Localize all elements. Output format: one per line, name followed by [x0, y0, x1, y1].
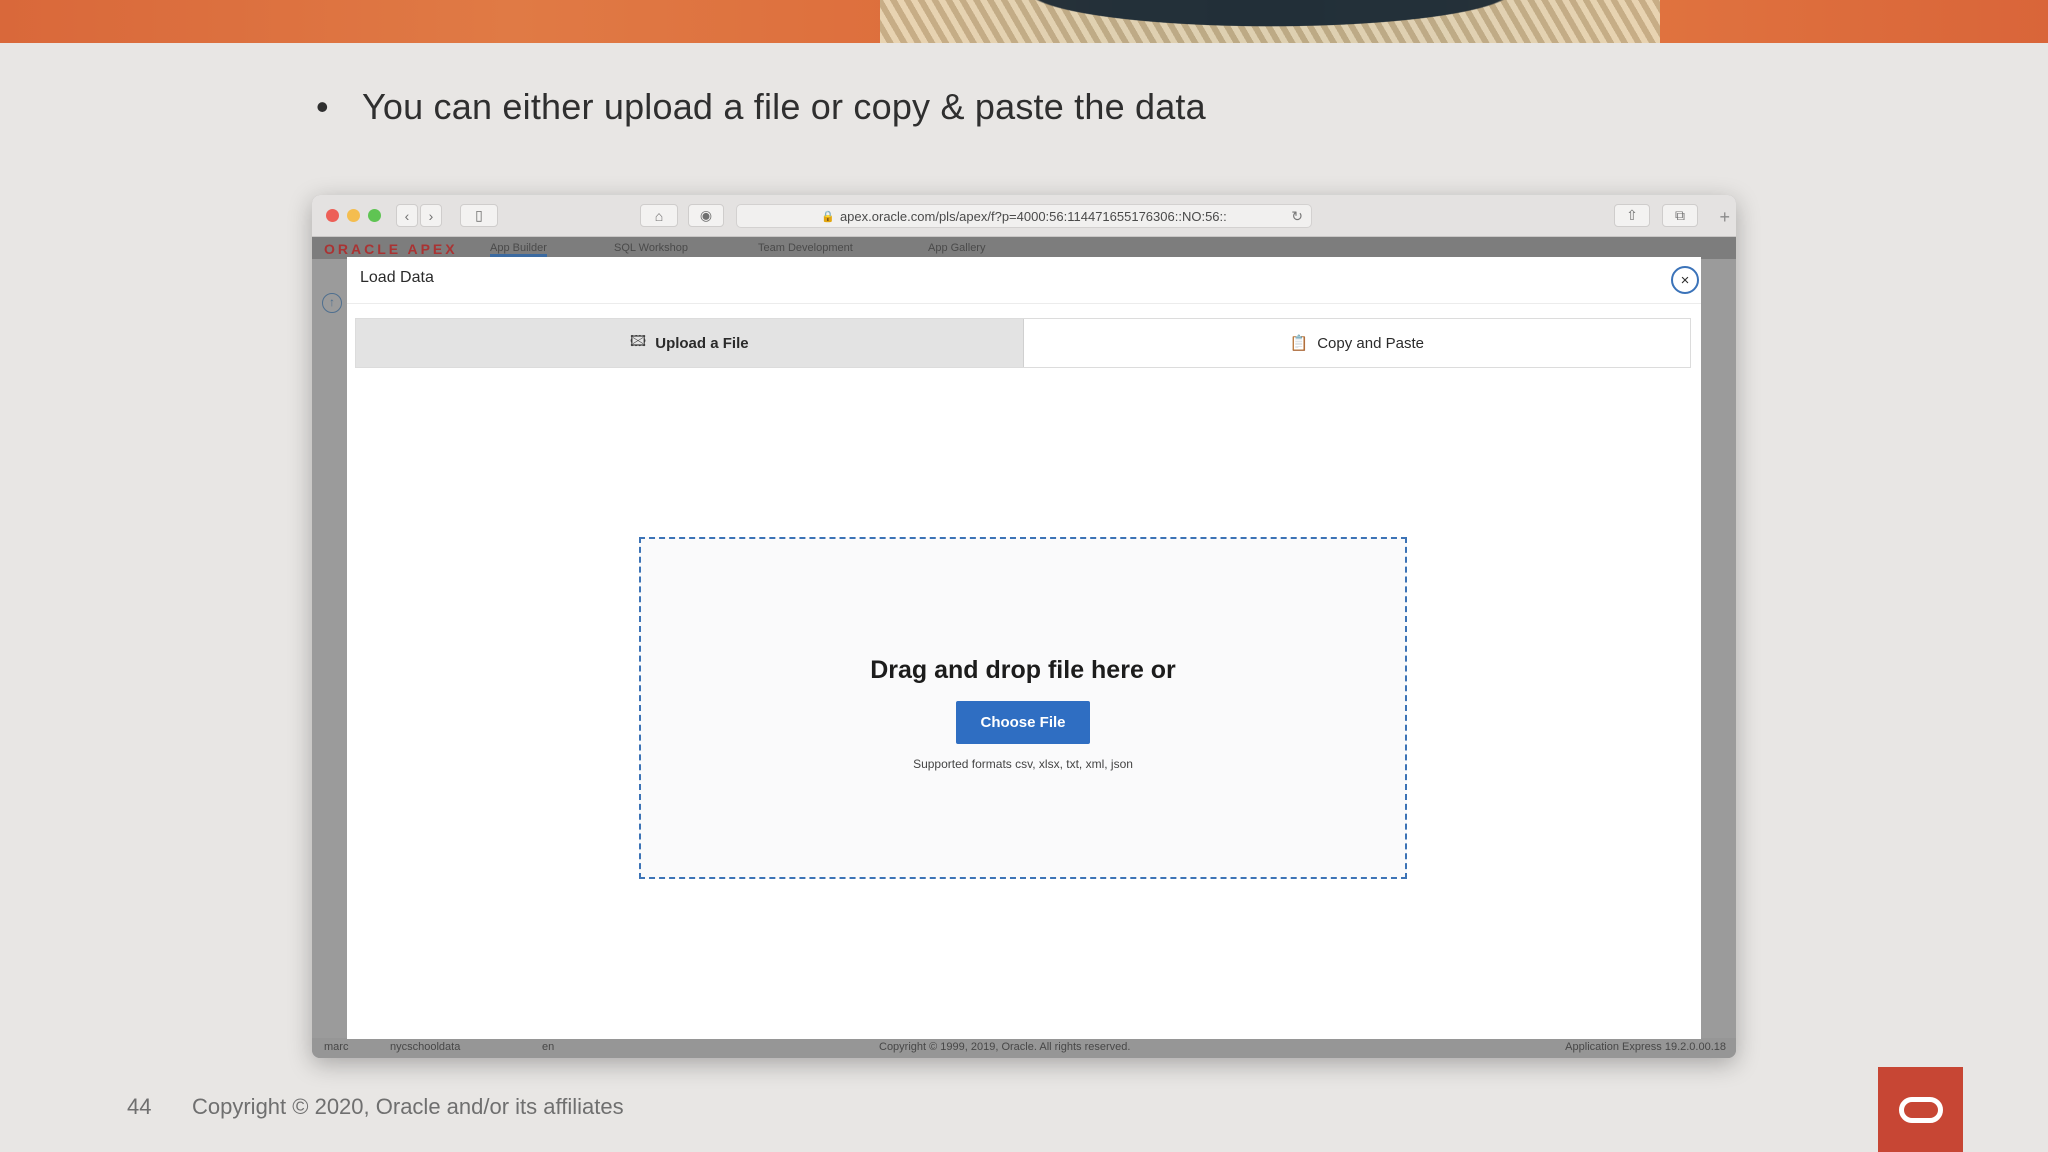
- drop-zone-heading: Drag and drop file here or: [870, 655, 1176, 684]
- dialog-close-button[interactable]: ×: [1671, 266, 1699, 294]
- choose-file-button[interactable]: Choose File: [956, 700, 1090, 744]
- chevron-right-icon: ›: [428, 207, 434, 224]
- zoom-window-button[interactable]: [368, 209, 381, 222]
- footer-version: Application Express 19.2.0.00.18: [1565, 1041, 1726, 1053]
- slide-page-number: 44: [127, 1094, 152, 1119]
- oracle-ring-icon: [1898, 1096, 1943, 1123]
- tab-app-builder[interactable]: App Builder: [490, 242, 547, 257]
- extension-button[interactable]: ⌂: [640, 204, 678, 227]
- apex-navbar: ORACLE APEX App Builder SQL Workshop Tea…: [312, 237, 1736, 259]
- tabs-icon: ⧉: [1675, 207, 1685, 223]
- file-drop-zone[interactable]: Drag and drop file here or Choose File S…: [639, 537, 1407, 879]
- footer-copyright: Copyright © 1999, 2019, Oracle. All righ…: [879, 1041, 1131, 1053]
- dialog-divider: [347, 303, 1701, 304]
- extension-icon: ⌂: [654, 207, 664, 224]
- load-data-dialog: Load Data × 🖾 Upload a File 📋 Copy and P…: [347, 257, 1701, 1039]
- footer-language[interactable]: en: [542, 1041, 554, 1053]
- sidebar-toggle-button[interactable]: ▯: [460, 204, 498, 227]
- clipboard-icon: 📋: [1289, 335, 1309, 352]
- address-bar[interactable]: 🔒 apex.oracle.com/pls/apex/f?p=4000:56:1…: [736, 204, 1312, 228]
- tab-app-gallery[interactable]: App Gallery: [928, 242, 985, 254]
- browser-window: ‹ › ▯ ⌂ ◉ 🔒 apex.oracle.com/pls/apex/f?p…: [312, 195, 1736, 1058]
- close-window-button[interactable]: [326, 209, 339, 222]
- slide-copyright: Copyright © 2020, Oracle and/or its affi…: [192, 1094, 624, 1119]
- tab-sql-workshop[interactable]: SQL Workshop: [614, 242, 688, 254]
- minimize-window-button[interactable]: [347, 209, 360, 222]
- share-icon: ⇧: [1626, 207, 1638, 223]
- tab-copy-paste[interactable]: 📋 Copy and Paste: [1024, 319, 1691, 367]
- chevron-left-icon: ‹: [404, 207, 410, 224]
- tab-overview-button[interactable]: ⧉: [1662, 204, 1698, 227]
- new-tab-button[interactable]: +: [1719, 207, 1730, 228]
- tab-upload-file[interactable]: 🖾 Upload a File: [356, 319, 1024, 367]
- apex-logo: ORACLE APEX: [324, 241, 458, 257]
- privacy-button[interactable]: ◉: [688, 204, 724, 227]
- share-button[interactable]: ⇧: [1614, 204, 1650, 227]
- banner-illustration: [880, 0, 1660, 43]
- tab-team-development[interactable]: Team Development: [758, 242, 853, 254]
- upload-arrow-icon: ↑: [322, 293, 342, 313]
- back-button[interactable]: ‹: [396, 204, 418, 227]
- close-icon: ×: [1680, 271, 1690, 289]
- slide-bullet-text: You can either upload a file or copy & p…: [362, 86, 1206, 127]
- sidebar-icon: ▯: [475, 207, 483, 223]
- forward-button[interactable]: ›: [420, 204, 442, 227]
- slide-top-banner: [0, 0, 2048, 43]
- oracle-logo: [1878, 1067, 1963, 1152]
- footer-user[interactable]: marc: [324, 1041, 348, 1053]
- privacy-icon: ◉: [699, 207, 713, 223]
- image-upload-icon: 🖾: [629, 332, 647, 350]
- tab-upload-file-label: Upload a File: [655, 334, 749, 352]
- url-text: apex.oracle.com/pls/apex/f?p=4000:56:114…: [839, 208, 1227, 224]
- footer-schema[interactable]: nycschooldata: [390, 1041, 460, 1053]
- reload-icon[interactable]: ↻: [1291, 208, 1303, 225]
- lock-icon: 🔒: [821, 210, 835, 223]
- bullet-marker: •: [316, 86, 329, 127]
- load-method-tabs: 🖾 Upload a File 📋 Copy and Paste: [355, 318, 1691, 368]
- browser-toolbar: ‹ › ▯ ⌂ ◉ 🔒 apex.oracle.com/pls/apex/f?p…: [312, 195, 1736, 237]
- supported-formats-text: Supported formats csv, xlsx, txt, xml, j…: [913, 756, 1133, 771]
- tab-copy-paste-label: Copy and Paste: [1317, 334, 1424, 352]
- dialog-title: Load Data: [360, 269, 434, 286]
- apex-footer: marc nycschooldata en Copyright © 1999, …: [312, 1038, 1736, 1058]
